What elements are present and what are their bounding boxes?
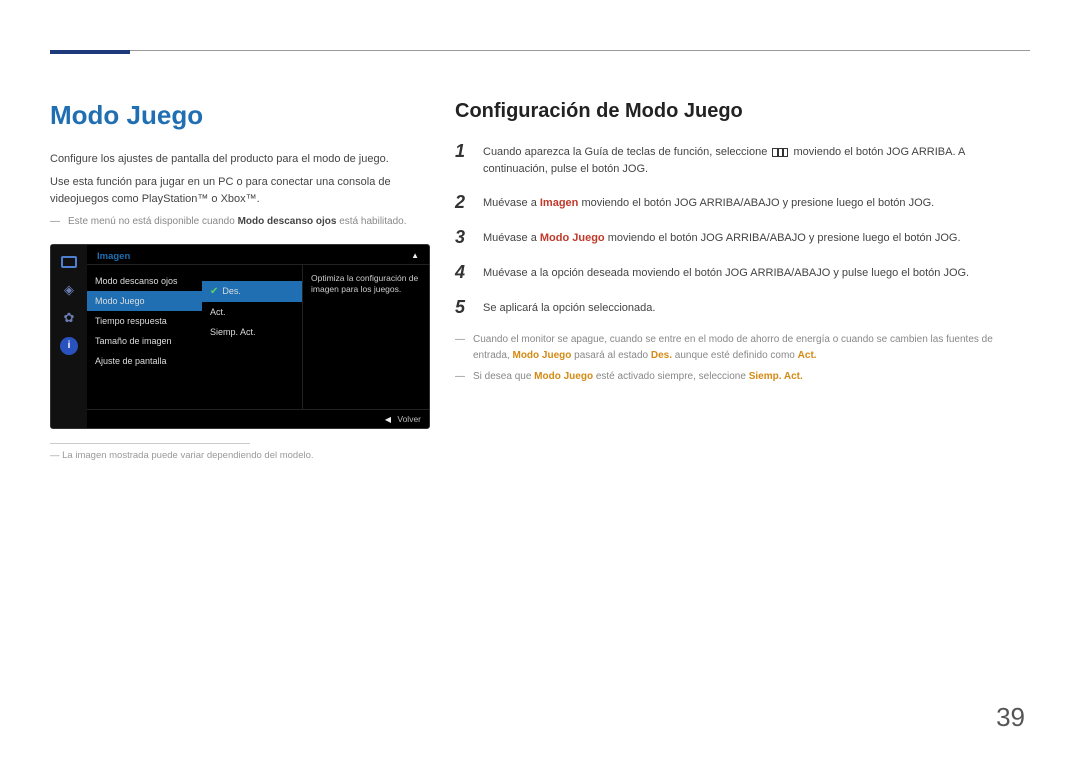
osd-item-size: Tamaño de imagen	[87, 331, 202, 351]
s3a: Muévase a	[483, 232, 540, 244]
step-2: 2 Muévase a Imagen moviendo el botón JOG…	[455, 192, 1030, 213]
step-5: 5 Se aplicará la opción seleccionada.	[455, 297, 1030, 318]
s1a: Cuando aparezca la Guía de teclas de fun…	[483, 146, 770, 158]
osd-sub-off: ✔ Des.	[202, 281, 302, 302]
osd-footer: ◀ Volver	[87, 409, 429, 428]
right-column: Configuración de Modo Juego 1 Cuando apa…	[455, 100, 1030, 385]
n2b: Modo Juego	[512, 350, 571, 361]
osd-body: Modo descanso ojos Modo Juego Tiempo res…	[87, 265, 429, 409]
page-number: 39	[996, 702, 1025, 733]
page-title: Modo Juego	[50, 100, 430, 131]
n2f: Act.	[798, 350, 817, 361]
osd-submenu: ✔ Des. Act. Siemp. Act.	[202, 265, 302, 409]
n3a: Si desea que	[473, 371, 534, 382]
top-accent	[50, 50, 130, 54]
left-arrow-icon: ◀	[385, 415, 391, 424]
osd-screenshot: ◈ ✿ i Imagen ▲ Modo descanso ojos Modo J…	[50, 244, 430, 429]
step-5-num: 5	[455, 297, 469, 318]
osd-item-gamemode: Modo Juego	[87, 291, 202, 311]
osd-item-adjust: Ajuste de pantalla	[87, 351, 202, 371]
note-eye-saver: Este menú no está disponible cuando Modo…	[50, 214, 430, 230]
up-arrow-icon: ▲	[411, 251, 419, 262]
note-always-on: Si desea que Modo Juego esté activado si…	[455, 369, 1030, 385]
info-icon: i	[60, 337, 78, 355]
left-column: Modo Juego Configure los ajustes de pant…	[50, 100, 430, 461]
osd-icon-column: ◈ ✿ i	[51, 245, 87, 428]
caption-text: La imagen mostrada puede variar dependie…	[62, 450, 313, 461]
note1-pre: Este menú no está disponible cuando	[68, 216, 238, 227]
image-disclaimer: ― La imagen mostrada puede variar depend…	[50, 450, 430, 461]
note1-post: está habilitado.	[336, 216, 406, 227]
osd-header-title: Imagen	[97, 251, 130, 262]
osd-sub-off-label: Des.	[222, 286, 241, 296]
step-4-text: Muévase a la opción deseada moviendo el …	[483, 262, 969, 283]
osd-item-eyesaver: Modo descanso ojos	[87, 271, 202, 291]
s2a: Muévase a	[483, 197, 540, 209]
n3b: Modo Juego	[534, 371, 593, 382]
osd-item-response: Tiempo respuesta	[87, 311, 202, 331]
check-icon: ✔	[210, 286, 218, 297]
n2d: Des.	[651, 350, 672, 361]
n2c: pasará al estado	[571, 350, 651, 361]
step-1-num: 1	[455, 141, 469, 178]
n2e: aunque esté definido como	[672, 350, 798, 361]
gear-icon: ✿	[60, 309, 78, 327]
step-3-text: Muévase a Modo Juego moviendo el botón J…	[483, 227, 961, 248]
s3b: Modo Juego	[540, 232, 605, 244]
intro-p2: Use esta función para jugar en un PC o p…	[50, 174, 430, 208]
caption-dash: ―	[50, 450, 62, 461]
osd-header: Imagen ▲	[87, 245, 429, 265]
section-title: Configuración de Modo Juego	[455, 100, 1030, 123]
osd-footer-label: Volver	[397, 414, 421, 424]
top-rule	[50, 50, 1030, 51]
intro-p1: Configure los ajustes de pantalla del pr…	[50, 151, 430, 168]
note1-bold: Modo descanso ojos	[238, 216, 337, 227]
step-2-num: 2	[455, 192, 469, 213]
s2c: moviendo el botón JOG ARRIBA/ABAJO y pre…	[578, 197, 934, 209]
step-5-text: Se aplicará la opción seleccionada.	[483, 297, 655, 318]
step-1-text: Cuando aparezca la Guía de teclas de fun…	[483, 141, 1030, 178]
osd-sub-on: Act.	[202, 302, 302, 322]
n3d: Siemp. Act.	[749, 371, 803, 382]
pip-icon: ◈	[60, 281, 78, 299]
monitor-icon	[60, 253, 78, 271]
step-4-num: 4	[455, 262, 469, 283]
step-3: 3 Muévase a Modo Juego moviendo el botón…	[455, 227, 1030, 248]
s2b: Imagen	[540, 197, 579, 209]
note-monitor-off: Cuando el monitor se apague, cuando se e…	[455, 332, 1030, 363]
osd-main: Imagen ▲ Modo descanso ojos Modo Juego T…	[87, 245, 429, 428]
step-2-text: Muévase a Imagen moviendo el botón JOG A…	[483, 192, 934, 213]
step-4: 4 Muévase a la opción deseada moviendo e…	[455, 262, 1030, 283]
osd-sub-always: Siemp. Act.	[202, 322, 302, 342]
step-1: 1 Cuando aparezca la Guía de teclas de f…	[455, 141, 1030, 178]
s3c: moviendo el botón JOG ARRIBA/ABAJO y pre…	[605, 232, 961, 244]
osd-description: Optimiza la configuración de imagen para…	[302, 265, 429, 409]
divider	[50, 443, 250, 444]
n3c: esté activado siempre, seleccione	[593, 371, 749, 382]
step-3-num: 3	[455, 227, 469, 248]
menu-icon	[772, 148, 788, 157]
osd-menu: Modo descanso ojos Modo Juego Tiempo res…	[87, 265, 202, 409]
